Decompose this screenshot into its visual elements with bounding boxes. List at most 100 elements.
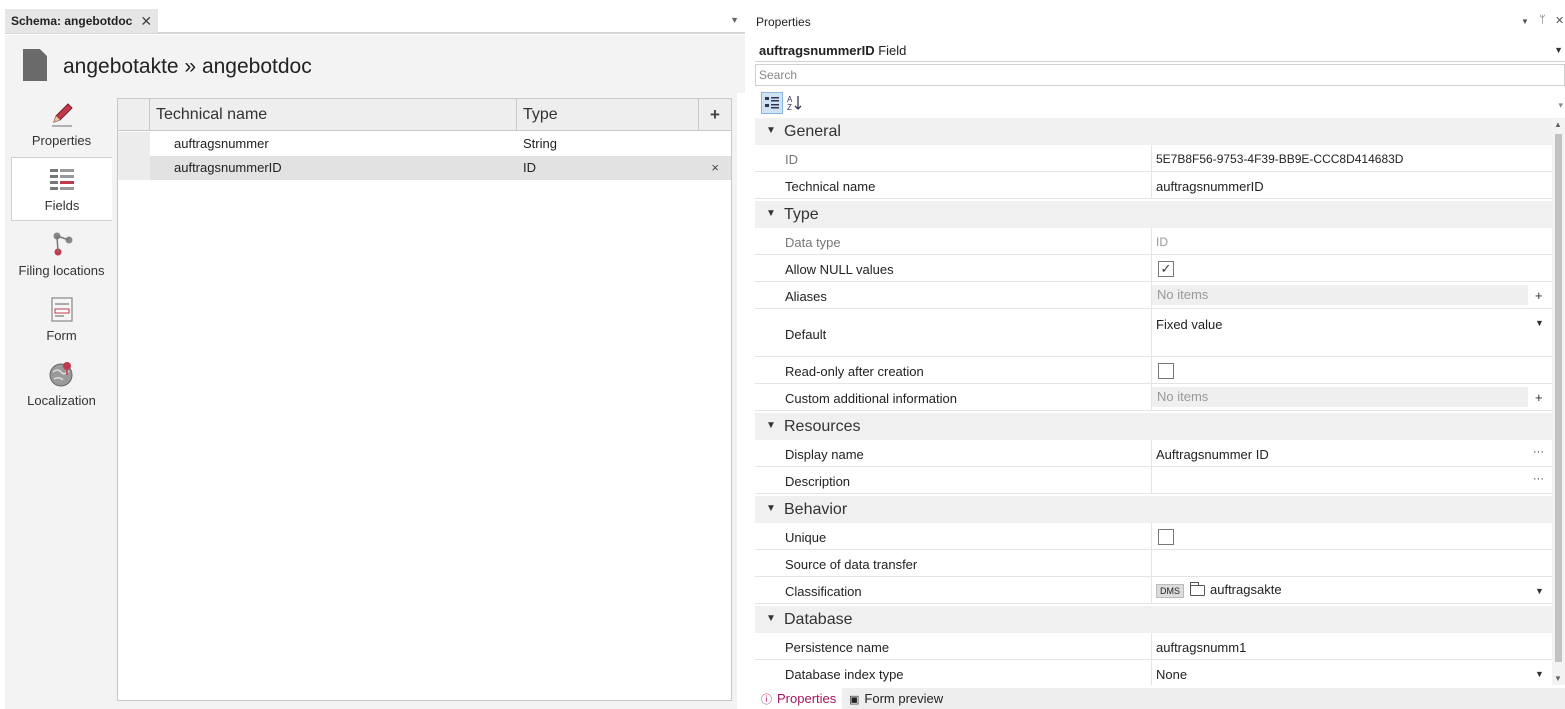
property-row-technical-name[interactable]: Technical name auftragsnummerID: [755, 172, 1552, 199]
section-nav: Properties Fields Filing locations Form …: [5, 93, 112, 709]
scrollbar-thumb[interactable]: [1555, 134, 1562, 662]
pencil-icon: [51, 103, 73, 127]
tab-properties[interactable]: ⓘ Properties: [755, 688, 843, 709]
column-header-type[interactable]: Type: [517, 99, 699, 131]
collapse-icon[interactable]: ▼: [766, 613, 776, 624]
info-icon: ⓘ: [761, 694, 772, 706]
property-value: ID: [1156, 235, 1168, 249]
property-row-aliases[interactable]: Aliases No items +: [755, 282, 1552, 309]
default-select[interactable]: Fixed value: [1156, 317, 1222, 332]
properties-toolbar: A Z ▾: [755, 88, 1565, 116]
property-row-source-transfer[interactable]: Source of data transfer: [755, 550, 1552, 577]
chevron-down-icon[interactable]: ▼: [1535, 669, 1544, 679]
object-selector[interactable]: auftragsnummerID Field ▼: [755, 38, 1565, 62]
nav-item-fields[interactable]: Fields: [11, 157, 112, 221]
close-icon[interactable]: ✕: [1555, 14, 1564, 27]
row-gutter: [118, 156, 150, 180]
property-row-display-name[interactable]: Display name Auftragsnummer ID ···: [755, 440, 1552, 467]
nav-item-localization[interactable]: Localization: [11, 353, 112, 417]
alphabetical-sort-button[interactable]: A Z: [784, 92, 806, 114]
property-row-unique[interactable]: Unique: [755, 523, 1552, 550]
tab-label: Properties: [777, 691, 837, 706]
property-value[interactable]: Auftragsnummer ID: [1156, 447, 1269, 462]
filing-locations-icon: [53, 232, 72, 256]
property-row-read-only[interactable]: Read-only after creation: [755, 357, 1552, 384]
search-input[interactable]: Search: [755, 64, 1565, 86]
table-row[interactable]: auftragsnummer String: [118, 132, 731, 156]
ellipsis-button[interactable]: ···: [1533, 446, 1544, 458]
property-row-default[interactable]: Default Fixed value ▼: [755, 309, 1552, 357]
nav-item-filing-locations[interactable]: Filing locations: [11, 223, 112, 287]
divider: [1151, 660, 1152, 685]
grid-header: Technical name Type +: [118, 99, 731, 131]
property-value[interactable]: auftragsnummerID: [1156, 179, 1264, 194]
close-icon[interactable]: ✕: [140, 13, 152, 30]
property-name: Custom additional information: [785, 391, 957, 406]
form-preview-icon: ▣: [849, 694, 860, 706]
allow-null-checkbox[interactable]: ✓: [1158, 261, 1174, 277]
category-resources[interactable]: ▼ Resources: [755, 413, 1552, 440]
classification-select[interactable]: DMS auftragsakte: [1156, 582, 1282, 598]
cell-type: ID: [523, 160, 536, 175]
collapse-icon[interactable]: ▼: [766, 420, 776, 431]
property-name: Default: [785, 327, 827, 342]
category-label: Resources: [784, 418, 861, 435]
collapse-icon[interactable]: ▼: [766, 208, 776, 219]
category-type[interactable]: ▼ Type: [755, 201, 1552, 228]
document-tab[interactable]: Schema: angebotdoc ✕: [5, 9, 159, 33]
divider: [1151, 309, 1152, 356]
property-row-persistence-name[interactable]: Persistence name auftragsnumm1: [755, 633, 1552, 660]
property-row-classification[interactable]: Classification DMS auftragsakte ▼: [755, 577, 1552, 604]
property-row-custom-info[interactable]: Custom additional information No items +: [755, 384, 1552, 411]
schema-editor: Schema: angebotdoc ✕ ▼ angebotakte » ang…: [0, 0, 745, 709]
pane-menu-icon[interactable]: ▼: [1521, 17, 1529, 26]
table-row[interactable]: auftragsnummerID ID ×: [118, 156, 731, 180]
collapse-icon[interactable]: ▼: [766, 125, 776, 136]
category-database[interactable]: ▼ Database: [755, 606, 1552, 633]
collapse-icon[interactable]: ▼: [766, 503, 776, 514]
category-label: Behavior: [784, 501, 848, 518]
column-header-technical-name[interactable]: Technical name: [150, 99, 517, 131]
chevron-down-icon[interactable]: ▼: [730, 15, 739, 25]
delete-row-icon[interactable]: ×: [711, 156, 719, 180]
divider: [1151, 633, 1152, 659]
add-custom-info-button[interactable]: +: [1535, 390, 1543, 405]
pane-title: Properties: [756, 15, 811, 29]
add-field-button[interactable]: +: [699, 99, 731, 131]
row-gutter: [118, 132, 150, 156]
tab-form-preview[interactable]: ▣ Form preview: [849, 688, 943, 709]
sort-az-icon: A Z: [787, 95, 802, 112]
property-row-id[interactable]: ID 5E7B8F56-9753-4F39-BB9E-CCC8D414683D: [755, 145, 1552, 172]
property-name: Aliases: [785, 289, 827, 304]
scroll-down-icon[interactable]: ▼: [1554, 674, 1562, 683]
property-row-data-type[interactable]: Data type ID: [755, 228, 1552, 255]
nav-item-label: Properties: [31, 133, 92, 148]
property-name: ID: [785, 152, 798, 167]
cell-technical-name: auftragsnummer: [174, 136, 269, 151]
property-row-allow-null[interactable]: Allow NULL values ✓: [755, 255, 1552, 282]
toolbar-overflow-icon[interactable]: ▾: [1558, 100, 1563, 111]
divider: [1151, 550, 1152, 576]
chevron-down-icon[interactable]: ▼: [1535, 318, 1544, 328]
ellipsis-button[interactable]: ···: [1533, 473, 1544, 485]
category-behavior[interactable]: ▼ Behavior: [755, 496, 1552, 523]
nav-item-form[interactable]: Form: [11, 288, 112, 352]
property-name: Database index type: [785, 667, 904, 682]
property-row-description[interactable]: Description ···: [755, 467, 1552, 494]
pin-icon[interactable]: ᛘ: [1539, 14, 1546, 26]
nav-item-properties[interactable]: Properties: [11, 93, 112, 157]
vertical-scrollbar[interactable]: ▲ ▼: [1552, 118, 1565, 685]
categorized-view-button[interactable]: [761, 92, 783, 114]
read-only-checkbox[interactable]: [1158, 363, 1174, 379]
chevron-down-icon[interactable]: ▼: [1535, 586, 1544, 596]
unique-checkbox[interactable]: [1158, 529, 1174, 545]
category-general[interactable]: ▼ General: [755, 118, 1552, 145]
db-index-type-select[interactable]: None: [1156, 667, 1187, 682]
property-value[interactable]: auftragsnumm1: [1156, 640, 1246, 655]
chevron-down-icon[interactable]: ▼: [1554, 45, 1563, 55]
divider: [1151, 255, 1152, 281]
add-alias-button[interactable]: +: [1535, 288, 1543, 303]
property-name: Description: [785, 474, 851, 489]
scroll-up-icon[interactable]: ▲: [1554, 120, 1562, 129]
property-row-db-index-type[interactable]: Database index type None ▼: [755, 660, 1552, 685]
